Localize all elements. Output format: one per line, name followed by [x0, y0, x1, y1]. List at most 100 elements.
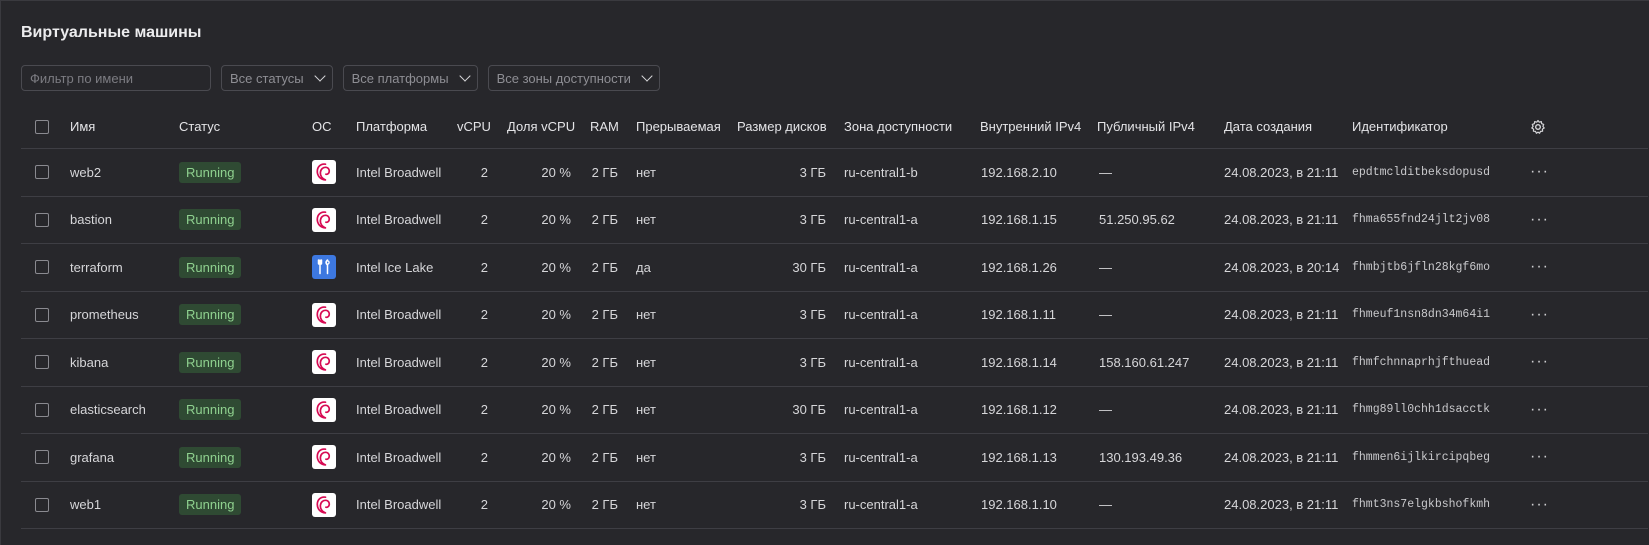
column-header-ram[interactable]: RAM: [590, 105, 619, 148]
row-checkbox[interactable]: [35, 355, 49, 370]
vcpu-cell: 2: [480, 259, 488, 275]
vcpu-share-cell: 20 %: [541, 212, 571, 228]
row-actions-button[interactable]: ···: [1530, 244, 1549, 291]
status-badge: Running: [179, 256, 242, 278]
os-cell: [312, 149, 336, 196]
row-select-cell: [35, 197, 49, 244]
row-actions-button[interactable]: ···: [1530, 292, 1549, 339]
vm-name[interactable]: bastion: [70, 197, 112, 244]
zone-filter-select[interactable]: Все зоны доступности: [487, 65, 660, 91]
row-checkbox[interactable]: [35, 260, 49, 275]
platform-cell: Intel Broadwell: [356, 164, 442, 180]
status-badge: Running: [179, 494, 242, 516]
internal-ip-cell: 192.168.1.13: [981, 449, 1057, 465]
zone-cell: ru-central1-a: [844, 212, 918, 228]
select-all-cell: [35, 105, 49, 148]
table-row[interactable]: prometheus Running Intel Broadwell 2 20 % 2 Г…: [21, 292, 1648, 339]
table-row[interactable]: elasticsearch Running Intel Broadwell 2 20 %…: [21, 387, 1648, 434]
table-row[interactable]: grafana Running Intel Broadwell 2 20 % 2 ГБ не…: [21, 434, 1648, 482]
public-ip-cell: —: [1099, 164, 1112, 180]
row-actions-button[interactable]: ···: [1530, 434, 1549, 481]
platform-filter-select[interactable]: Все платформы: [342, 65, 478, 91]
vm-name[interactable]: prometheus: [70, 292, 139, 339]
column-header-name[interactable]: Имя: [70, 105, 95, 148]
platform-cell: Intel Ice Lake: [356, 259, 434, 275]
column-header-os[interactable]: ОС: [312, 105, 332, 148]
os-cell: [312, 339, 336, 386]
vcpu-share-cell: 20 %: [541, 259, 571, 275]
row-checkbox[interactable]: [35, 402, 49, 417]
table-row[interactable]: web1 Running Intel Broadwell 2 20 % 2 ГБ нет 3 …: [21, 482, 1648, 529]
column-header-vcpu[interactable]: vCPU: [457, 105, 491, 148]
vm-name[interactable]: web2: [70, 149, 101, 196]
row-select-cell: [35, 482, 49, 529]
vm-name[interactable]: terraform: [70, 244, 123, 291]
column-header-status[interactable]: Статус: [179, 105, 220, 148]
disk-size-cell: 3 ГБ: [799, 307, 826, 323]
row-checkbox[interactable]: [35, 307, 49, 322]
vcpu-share-cell: 20 %: [541, 449, 571, 465]
column-header-created[interactable]: Дата создания: [1224, 105, 1312, 148]
table-row[interactable]: terraform Running Intel Ice Lake 2 20 % 2 ГБ д…: [21, 244, 1648, 292]
row-select-cell: [35, 387, 49, 434]
row-checkbox[interactable]: [35, 165, 49, 180]
row-actions-button[interactable]: ···: [1530, 339, 1549, 386]
disk-size-cell: 3 ГБ: [799, 354, 826, 370]
column-header-disk-size[interactable]: Размер дисков: [737, 105, 827, 148]
status-cell: Running: [179, 149, 242, 196]
status-filter-select[interactable]: Все статусы: [221, 65, 333, 91]
table-settings-button[interactable]: [1530, 105, 1546, 148]
row-checkbox[interactable]: [35, 497, 49, 512]
more-icon: ···: [1530, 495, 1549, 513]
disk-size-cell: 3 ГБ: [799, 449, 826, 465]
created-cell: 24.08.2023, в 21:11: [1224, 402, 1339, 418]
row-actions-button[interactable]: ···: [1530, 387, 1549, 434]
internal-ip-cell: 192.168.1.11: [981, 307, 1056, 323]
vm-name[interactable]: elasticsearch: [70, 387, 146, 434]
public-ip-cell: —: [1099, 402, 1112, 418]
chevron-down-icon: [641, 70, 653, 82]
ram-cell: 2 ГБ: [591, 307, 618, 323]
row-actions-button[interactable]: ···: [1530, 197, 1549, 244]
chevron-down-icon: [313, 70, 326, 82]
vcpu-cell: 2: [480, 307, 488, 323]
ram-cell: 2 ГБ: [591, 497, 618, 513]
internal-ip-cell: 192.168.1.15: [981, 212, 1057, 228]
row-actions-button[interactable]: ···: [1530, 149, 1549, 196]
zone-cell: ru-central1-a: [844, 259, 918, 275]
column-header-internal-ip[interactable]: Внутренний IPv4: [980, 105, 1081, 148]
zone-cell: ru-central1-b: [844, 164, 918, 180]
debian-icon: [312, 350, 336, 375]
status-cell: Running: [179, 434, 242, 481]
column-header-vcpu-share[interactable]: Доля vCPU: [507, 105, 575, 148]
vcpu-share-cell: 20 %: [541, 497, 571, 513]
preemptible-cell: да: [636, 259, 651, 275]
row-actions-button[interactable]: ···: [1530, 482, 1549, 529]
column-header-preemptible[interactable]: Прерываемая: [636, 105, 721, 148]
name-filter-input[interactable]: [21, 65, 211, 91]
table-row[interactable]: kibana Running Intel Broadwell 2 20 % 2 ГБ нет…: [21, 339, 1648, 387]
select-all-checkbox[interactable]: [35, 119, 49, 134]
vm-name[interactable]: kibana: [70, 339, 108, 386]
status-badge: Running: [179, 304, 242, 326]
created-cell: 24.08.2023, в 21:11: [1224, 449, 1339, 465]
table-row[interactable]: web2 Running Intel Broadwell 2 20 % 2 ГБ нет 3 …: [21, 149, 1648, 197]
more-icon: ···: [1530, 448, 1549, 466]
column-header-zone[interactable]: Зона доступности: [844, 105, 952, 148]
row-checkbox[interactable]: [35, 212, 49, 227]
column-header-id[interactable]: Идентификатор: [1352, 105, 1448, 148]
public-ip-cell: 51.250.95.62: [1099, 212, 1175, 228]
vm-name[interactable]: web1: [70, 482, 101, 529]
debian-icon: [312, 302, 336, 327]
vm-name[interactable]: grafana: [70, 434, 114, 481]
public-ip-cell: —: [1099, 497, 1112, 513]
table-row[interactable]: bastion Running Intel Broadwell 2 20 % 2 ГБ не…: [21, 197, 1648, 244]
column-header-public-ip[interactable]: Публичный IPv4: [1097, 105, 1195, 148]
vcpu-cell: 2: [480, 164, 488, 180]
ram-cell: 2 ГБ: [591, 354, 618, 370]
platform-cell: Intel Broadwell: [356, 212, 442, 228]
internal-ip-cell: 192.168.2.10: [981, 164, 1057, 180]
created-cell: 24.08.2023, в 21:11: [1224, 354, 1339, 370]
row-checkbox[interactable]: [35, 450, 49, 465]
column-header-platform[interactable]: Платформа: [356, 105, 427, 148]
